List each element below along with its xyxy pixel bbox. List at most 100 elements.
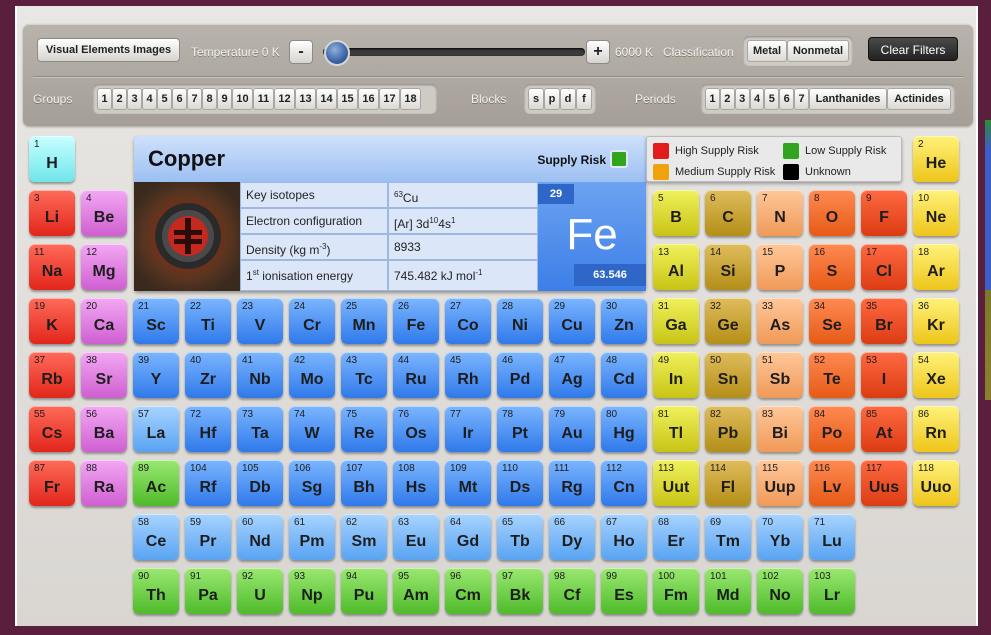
element-cell-sr[interactable]: 38 Sr <box>81 352 127 398</box>
element-cell-fe[interactable]: 26 Fe <box>393 298 439 344</box>
metal-button[interactable]: Metal <box>747 40 787 62</box>
element-cell-co[interactable]: 27 Co <box>445 298 491 344</box>
element-cell-tm[interactable]: 69 Tm <box>705 514 751 560</box>
element-cell-sb[interactable]: 51 Sb <box>757 352 803 398</box>
element-cell-al[interactable]: 13 Al <box>653 244 699 290</box>
period-2-button[interactable]: 2 <box>719 88 735 110</box>
nonmetal-button[interactable]: Nonmetal <box>787 40 849 62</box>
element-cell-f[interactable]: 9F <box>861 190 907 236</box>
element-cell-pu[interactable]: 94 Pu <box>341 568 387 614</box>
element-cell-uup[interactable]: 115 Uup <box>757 460 803 506</box>
element-cell-lu[interactable]: 71 Lu <box>809 514 855 560</box>
element-cell-hf[interactable]: 72 Hf <box>185 406 231 452</box>
element-cell-h[interactable]: 1H <box>29 136 75 182</box>
element-cell-ti[interactable]: 22 Ti <box>185 298 231 344</box>
element-cell-bh[interactable]: 107 Bh <box>341 460 387 506</box>
temperature-increase-button[interactable]: + <box>586 40 610 64</box>
period-5-button[interactable]: 5 <box>764 88 780 110</box>
element-cell-lr[interactable]: 103 Lr <box>809 568 855 614</box>
period-7-button[interactable]: 7 <box>794 88 810 110</box>
element-cell-n[interactable]: 7N <box>757 190 803 236</box>
element-cell-ge[interactable]: 32 Ge <box>705 298 751 344</box>
element-cell-fr[interactable]: 87 Fr <box>29 460 75 506</box>
element-cell-cl[interactable]: 17 Cl <box>861 244 907 290</box>
element-cell-np[interactable]: 93 Np <box>289 568 335 614</box>
element-cell-ir[interactable]: 77 Ir <box>445 406 491 452</box>
element-cell-i[interactable]: 53 I <box>861 352 907 398</box>
element-cell-am[interactable]: 95 Am <box>393 568 439 614</box>
element-cell-w[interactable]: 74 W <box>289 406 335 452</box>
element-cell-y[interactable]: 39 Y <box>133 352 179 398</box>
element-cell-ac[interactable]: 89 Ac <box>133 460 179 506</box>
element-cell-md[interactable]: 101 Md <box>705 568 751 614</box>
period-actinides-button[interactable]: Actinides <box>887 88 951 110</box>
element-cell-pa[interactable]: 91 Pa <box>185 568 231 614</box>
group-16-button[interactable]: 16 <box>358 88 379 110</box>
element-cell-v[interactable]: 23 V <box>237 298 283 344</box>
element-cell-o[interactable]: 8O <box>809 190 855 236</box>
element-cell-pt[interactable]: 78 Pt <box>497 406 543 452</box>
element-cell-rb[interactable]: 37 Rb <box>29 352 75 398</box>
element-cell-s[interactable]: 16 S <box>809 244 855 290</box>
element-cell-nd[interactable]: 60 Nd <box>237 514 283 560</box>
group-12-button[interactable]: 12 <box>274 88 295 110</box>
group-2-button[interactable]: 2 <box>112 88 127 110</box>
element-cell-no[interactable]: 102 No <box>757 568 803 614</box>
group-14-button[interactable]: 14 <box>316 88 337 110</box>
element-cell-pb[interactable]: 82 Pb <box>705 406 751 452</box>
element-cell-rn[interactable]: 86 Rn <box>913 406 959 452</box>
visual-elements-images-button[interactable]: Visual Elements Images <box>37 38 180 62</box>
element-cell-te[interactable]: 52 Te <box>809 352 855 398</box>
temperature-slider-track[interactable] <box>323 48 585 56</box>
supply-risk-indicator[interactable] <box>610 150 628 168</box>
element-cell-cs[interactable]: 55 Cs <box>29 406 75 452</box>
element-cell-as[interactable]: 33 As <box>757 298 803 344</box>
element-cell-rf[interactable]: 104 Rf <box>185 460 231 506</box>
period-1-button[interactable]: 1 <box>705 88 720 110</box>
block-d-button[interactable]: d <box>560 88 576 110</box>
clear-filters-button[interactable]: Clear Filters <box>868 37 958 61</box>
element-cell-cd[interactable]: 48 Cd <box>601 352 647 398</box>
element-cell-zr[interactable]: 40 Zr <box>185 352 231 398</box>
element-cell-ra[interactable]: 88 Ra <box>81 460 127 506</box>
element-cell-be[interactable]: 4 Be <box>81 190 127 236</box>
group-5-button[interactable]: 5 <box>157 88 172 110</box>
element-cell-at[interactable]: 85 At <box>861 406 907 452</box>
element-cell-es[interactable]: 99 Es <box>601 568 647 614</box>
period-3-button[interactable]: 3 <box>734 88 750 110</box>
group-9-button[interactable]: 9 <box>217 88 232 110</box>
element-cell-ni[interactable]: 28 Ni <box>497 298 543 344</box>
element-cell-hg[interactable]: 80 Hg <box>601 406 647 452</box>
element-cell-la[interactable]: 57 La <box>133 406 179 452</box>
element-cell-pm[interactable]: 61 Pm <box>289 514 335 560</box>
element-cell-rg[interactable]: 111 Rg <box>549 460 595 506</box>
element-cell-hs[interactable]: 108 Hs <box>393 460 439 506</box>
element-cell-in[interactable]: 49 In <box>653 352 699 398</box>
element-cell-ba[interactable]: 56 Ba <box>81 406 127 452</box>
element-cell-tc[interactable]: 43 Tc <box>341 352 387 398</box>
block-f-button[interactable]: f <box>576 88 592 110</box>
group-18-button[interactable]: 18 <box>400 88 421 110</box>
element-cell-cf[interactable]: 98 Cf <box>549 568 595 614</box>
temperature-slider-knob[interactable] <box>324 40 350 66</box>
element-cell-pr[interactable]: 59 Pr <box>185 514 231 560</box>
element-cell-ga[interactable]: 31 Ga <box>653 298 699 344</box>
period-4-button[interactable]: 4 <box>749 88 765 110</box>
element-cell-tb[interactable]: 65 Tb <box>497 514 543 560</box>
element-cell-ta[interactable]: 73 Ta <box>237 406 283 452</box>
element-cell-ag[interactable]: 47 Ag <box>549 352 595 398</box>
element-cell-uus[interactable]: 117 Uus <box>861 460 907 506</box>
element-cell-nb[interactable]: 41 Nb <box>237 352 283 398</box>
element-cell-eu[interactable]: 63 Eu <box>393 514 439 560</box>
element-cell-dy[interactable]: 66 Dy <box>549 514 595 560</box>
element-cell-au[interactable]: 79 Au <box>549 406 595 452</box>
temperature-decrease-button[interactable]: - <box>289 40 313 64</box>
group-10-button[interactable]: 10 <box>232 88 253 110</box>
group-13-button[interactable]: 13 <box>295 88 316 110</box>
element-cell-cu[interactable]: 29 Cu <box>549 298 595 344</box>
element-cell-rh[interactable]: 45 Rh <box>445 352 491 398</box>
element-cell-er[interactable]: 68 Er <box>653 514 699 560</box>
element-cell-cr[interactable]: 24 Cr <box>289 298 335 344</box>
group-8-button[interactable]: 8 <box>202 88 217 110</box>
element-cell-ce[interactable]: 58 Ce <box>133 514 179 560</box>
